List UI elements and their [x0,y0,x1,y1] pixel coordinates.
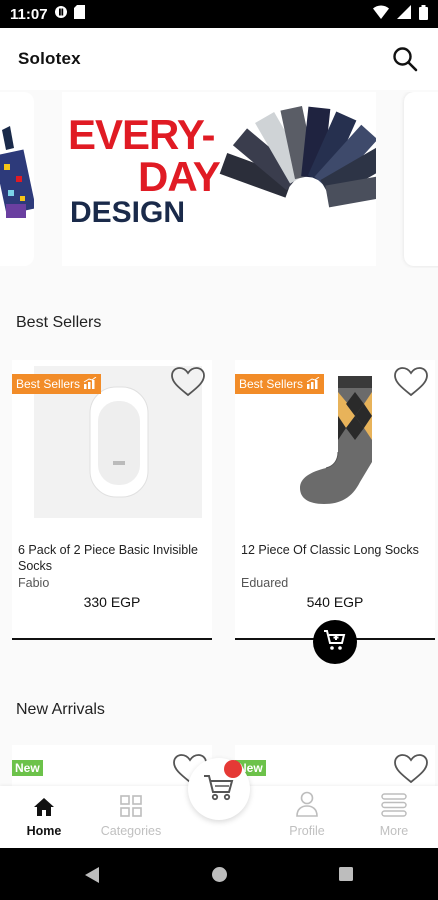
banner-line-1: EVERY- [68,111,215,158]
banner-carousel[interactable]: EVERY- DAY DESIGN [0,92,438,268]
badge-label: Best Sellers [239,377,304,391]
new-badge: New [12,760,43,776]
sync-icon [54,5,68,23]
nav-home-label: Home [26,824,62,838]
best-seller-badge: Best Sellers [235,374,325,394]
nav-categories-label: Categories [100,824,162,838]
trending-icon [306,376,320,392]
nav-more[interactable]: More [354,792,434,838]
product-price: 330 EGP [83,594,141,610]
heart-icon[interactable] [393,753,429,790]
product-name: 12 Piece Of Classic Long Socks [241,543,419,557]
nav-profile[interactable]: Profile [267,791,347,838]
app-bar: Solotex [0,28,438,90]
nav-profile-label: Profile [289,824,325,838]
system-navigation-bar [0,848,438,900]
product-brand: Fabio [18,576,50,590]
status-bar: 11:07 [0,0,438,28]
banner-slide-prev[interactable] [0,92,34,266]
battery-icon [419,4,428,24]
best-sellers-heading: Best Sellers [16,314,102,331]
product-card[interactable]: Best Sellers 6 Pack of 2 Piece Basic Inv… [12,360,212,640]
trending-icon [83,376,97,392]
home-icon [33,797,55,820]
banner-line-3: DESIGN [70,196,186,229]
socks-fan-image [219,106,376,215]
home-circle-icon[interactable] [211,866,228,888]
heart-icon[interactable] [393,366,429,398]
cart-notification-dot [224,760,242,778]
product-brand: Eduared [241,576,289,590]
banner-text: EVERY- DAY DESIGN [68,111,221,229]
wifi-icon [373,5,389,23]
best-seller-badge: Best Sellers [12,374,102,394]
banner-line-2: DAY [138,153,221,200]
banner-slide-everyday-design[interactable]: EVERY- DAY DESIGN [62,92,376,266]
menu-icon [381,793,407,820]
banner-slide-next[interactable] [404,92,438,266]
card-divider [12,638,212,640]
back-icon[interactable] [84,866,100,889]
app-title: Solotex [18,49,81,68]
add-cart-icon [323,628,347,657]
nav-categories[interactable]: Categories [91,792,171,838]
product-price: 540 EGP [306,594,364,610]
new-arrivals-heading: New Arrivals [16,701,105,718]
product-card[interactable]: Best Sellers 12 Piece Of Classic Long So… [235,360,435,640]
status-time: 11:07 [10,5,48,23]
recents-icon[interactable] [338,866,354,887]
grid-icon [120,795,142,820]
add-to-cart-button[interactable] [313,620,357,664]
badge-label: Best Sellers [16,377,81,391]
nav-more-label: More [379,824,409,838]
product-name: 6 Pack of 2 Piece Basic Invisible Socks [18,543,198,573]
search-icon[interactable] [390,44,420,74]
heart-icon[interactable] [170,366,206,398]
nav-home[interactable]: Home [4,792,84,838]
person-icon [295,791,319,820]
signal-icon [397,5,411,23]
sim-card-icon [73,5,85,23]
